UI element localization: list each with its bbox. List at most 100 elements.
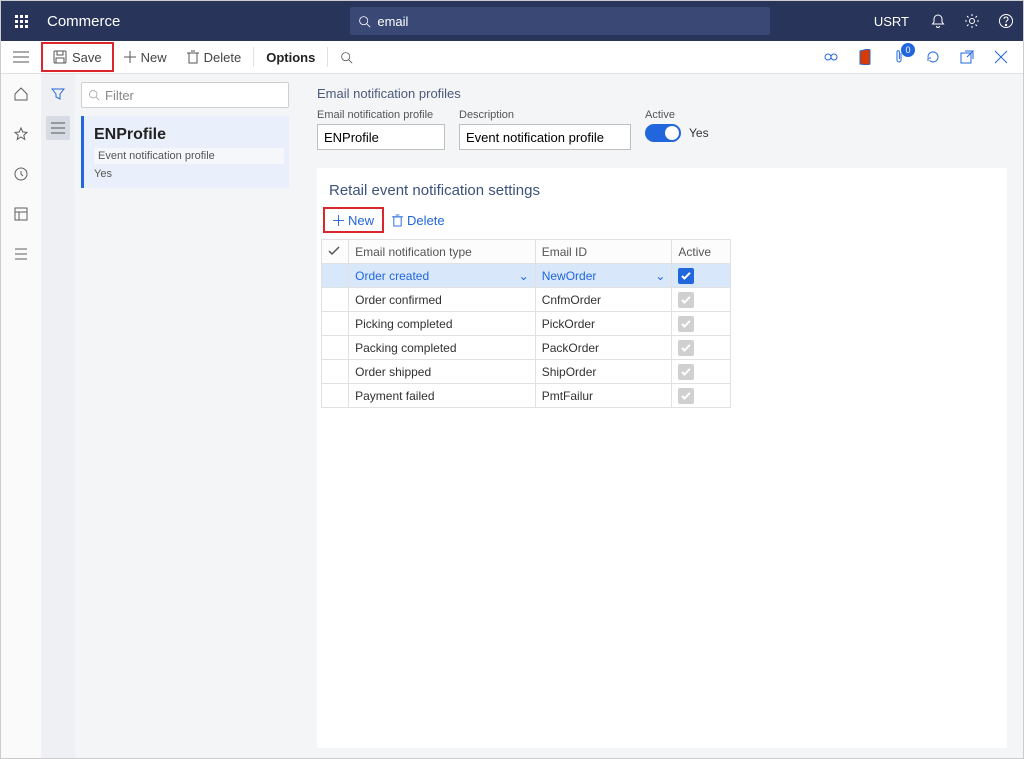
row-email-cell[interactable]: PackOrder: [535, 336, 672, 360]
profile-form-row: Email notification profile Description A…: [317, 109, 1007, 150]
top-bar: Commerce email USRT: [1, 1, 1023, 41]
row-select-cell[interactable]: [322, 264, 349, 288]
table-row[interactable]: Order created⌄NewOrder⌄: [322, 264, 731, 288]
row-type-cell[interactable]: Payment failed: [349, 384, 536, 408]
toggle-active-label: Yes: [689, 126, 709, 140]
row-type-cell[interactable]: Order created⌄: [349, 264, 536, 288]
list-item-subtitle: Event notification profile: [94, 148, 284, 164]
notifications-icon[interactable]: [921, 1, 955, 41]
list-item[interactable]: ENProfile Event notification profile Yes: [81, 116, 289, 188]
input-description[interactable]: [459, 124, 631, 150]
row-select-cell[interactable]: [322, 384, 349, 408]
list-item-title: ENProfile: [94, 126, 279, 144]
table-row[interactable]: Packing completedPackOrder: [322, 336, 731, 360]
gear-icon[interactable]: [955, 1, 989, 41]
main-content: Email notification profiles Email notifi…: [297, 74, 1023, 758]
label-description: Description: [459, 109, 631, 121]
find-button[interactable]: [330, 42, 363, 72]
row-active-cell[interactable]: [672, 288, 731, 312]
search-box[interactable]: email: [350, 7, 770, 35]
nav-workspaces-icon[interactable]: [9, 202, 33, 226]
app-title: Commerce: [47, 13, 120, 30]
attachments-icon[interactable]: 0: [889, 47, 909, 67]
nav-recent-icon[interactable]: [9, 162, 33, 186]
row-active-cell[interactable]: [672, 312, 731, 336]
close-icon[interactable]: [991, 47, 1011, 67]
row-type-cell[interactable]: Picking completed: [349, 312, 536, 336]
panel-delete-button[interactable]: Delete: [384, 207, 453, 233]
filter-search-icon: [88, 89, 100, 101]
row-select-cell[interactable]: [322, 312, 349, 336]
table-row[interactable]: Picking completedPickOrder: [322, 312, 731, 336]
trash-icon: [187, 50, 199, 64]
list-view-icon[interactable]: [46, 116, 70, 140]
row-select-cell[interactable]: [322, 336, 349, 360]
nav-home-icon[interactable]: [9, 82, 33, 106]
user-label[interactable]: USRT: [874, 14, 909, 29]
row-select-cell[interactable]: [322, 288, 349, 312]
row-active-cell[interactable]: [672, 384, 731, 408]
col-type[interactable]: Email notification type: [349, 240, 536, 264]
options-button[interactable]: Options: [256, 42, 325, 72]
body: Filter ENProfile Event notification prof…: [1, 74, 1023, 758]
row-email-cell[interactable]: CnfmOrder: [535, 288, 672, 312]
settings-panel: Retail event notification settings New D…: [317, 168, 1007, 748]
row-active-cell[interactable]: [672, 264, 731, 288]
plus-icon: [124, 51, 136, 63]
row-email-cell[interactable]: NewOrder⌄: [535, 264, 672, 288]
table-row[interactable]: Order confirmedCnfmOrder: [322, 288, 731, 312]
new-button[interactable]: New: [114, 42, 177, 72]
row-email-cell[interactable]: PmtFailur: [535, 384, 672, 408]
col-select[interactable]: [322, 240, 349, 264]
row-type-cell[interactable]: Order confirmed: [349, 288, 536, 312]
panel-title: Retail event notification settings: [317, 168, 1007, 207]
filter-funnel-icon[interactable]: [46, 82, 70, 106]
field-description: Description: [459, 109, 631, 150]
app-launcher[interactable]: [1, 1, 41, 41]
panel-new-button[interactable]: New: [323, 207, 384, 233]
panel-commands: New Delete: [317, 207, 1007, 239]
new-label: New: [141, 50, 167, 65]
command-bar: Save New Delete Options 0: [1, 41, 1023, 74]
table-row[interactable]: Order shippedShipOrder: [322, 360, 731, 384]
save-label: Save: [72, 50, 102, 65]
col-email[interactable]: Email ID: [535, 240, 672, 264]
table-row[interactable]: Payment failedPmtFailur: [322, 384, 731, 408]
panel-new-label: New: [348, 213, 374, 228]
row-active-cell[interactable]: [672, 336, 731, 360]
refresh-icon[interactable]: [923, 47, 943, 67]
nav-favorites-icon[interactable]: [9, 122, 33, 146]
list-pane: Filter ENProfile Event notification prof…: [75, 74, 297, 758]
row-email-cell[interactable]: ShipOrder: [535, 360, 672, 384]
row-type-cell[interactable]: Packing completed: [349, 336, 536, 360]
office-icon[interactable]: [855, 47, 875, 67]
filter-placeholder: Filter: [105, 88, 134, 103]
input-profile[interactable]: [317, 124, 445, 150]
col-active[interactable]: Active: [672, 240, 731, 264]
delete-button[interactable]: Delete: [177, 42, 252, 72]
delete-label: Delete: [204, 50, 242, 65]
list-item-sub2: Yes: [94, 168, 279, 180]
label-active: Active: [645, 109, 709, 121]
row-type-cell[interactable]: Order shipped: [349, 360, 536, 384]
menu-toggle[interactable]: [1, 41, 41, 74]
filter-input[interactable]: Filter: [81, 82, 289, 108]
settings-grid: Email notification type Email ID Active …: [321, 239, 731, 408]
trash-icon: [392, 214, 403, 227]
plus-icon: [333, 215, 344, 226]
search-icon: [358, 15, 371, 28]
row-active-cell[interactable]: [672, 360, 731, 384]
help-icon[interactable]: [989, 1, 1023, 41]
row-select-cell[interactable]: [322, 360, 349, 384]
save-button[interactable]: Save: [41, 42, 114, 72]
toggle-active[interactable]: [645, 124, 681, 142]
panel-delete-label: Delete: [407, 213, 445, 228]
page-title: Email notification profiles: [317, 86, 1007, 101]
save-icon: [53, 50, 67, 64]
nav-rail: [1, 74, 41, 758]
popout-icon[interactable]: [957, 47, 977, 67]
row-email-cell[interactable]: PickOrder: [535, 312, 672, 336]
nav-modules-icon[interactable]: [9, 242, 33, 266]
link-icon[interactable]: [821, 47, 841, 67]
field-profile: Email notification profile: [317, 109, 445, 150]
